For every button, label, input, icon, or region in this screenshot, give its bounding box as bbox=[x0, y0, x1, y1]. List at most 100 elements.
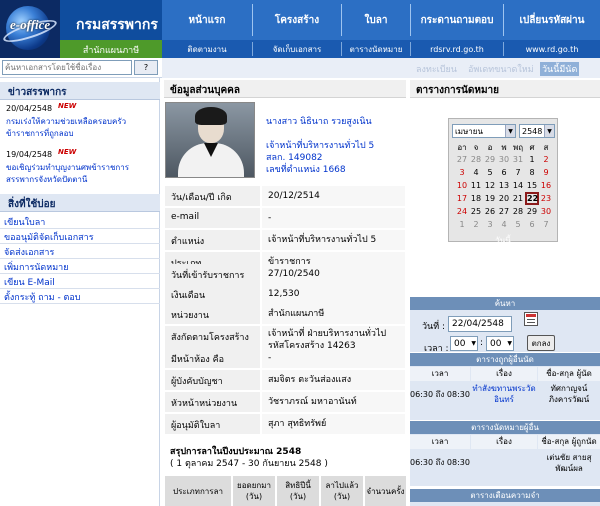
calendar-day-other-month[interactable]: 27 bbox=[455, 153, 469, 166]
menu-send-document[interactable]: จัดส่งเอกสาร bbox=[0, 244, 160, 259]
minute-select[interactable]: 00 ▼ bbox=[486, 336, 514, 351]
date-input[interactable]: 22/04/2548 bbox=[448, 316, 512, 332]
calendar-day[interactable]: 8 bbox=[525, 166, 539, 179]
calendar-day[interactable]: 25 bbox=[469, 205, 483, 218]
calendar-day-other-month[interactable]: 31 bbox=[511, 153, 525, 166]
calendar-day-other-month[interactable]: 7 bbox=[539, 218, 553, 231]
calendar-day[interactable]: 22 bbox=[525, 192, 539, 205]
quick-link-today-appointments[interactable]: วันนี้มีนัด bbox=[540, 62, 580, 76]
calendar-day[interactable]: 1 bbox=[525, 153, 539, 166]
nav-structure[interactable]: โครงสร้าง bbox=[253, 0, 341, 40]
calendar-day-other-month[interactable]: 30 bbox=[497, 153, 511, 166]
news-section-title: ข่าวสรรพากร bbox=[0, 82, 160, 100]
chevron-down-icon: ▼ bbox=[507, 340, 512, 347]
calendar-day[interactable]: 2 bbox=[539, 153, 553, 166]
row-value: สำนักแผนภาษี bbox=[262, 304, 405, 324]
nav-leave[interactable]: ใบลา bbox=[342, 0, 410, 40]
subnav-tracking[interactable]: ติดตามงาน bbox=[162, 40, 252, 58]
quick-link-register[interactable]: ลงทะเบียน bbox=[416, 62, 457, 76]
menu-write-leave[interactable]: เขียนใบลา bbox=[0, 214, 160, 229]
menu-write-email[interactable]: เขียน E-Mail bbox=[0, 274, 160, 289]
month-select-value: เมษายน bbox=[455, 126, 483, 136]
calendar-day-other-month[interactable]: 3 bbox=[483, 218, 497, 231]
chevron-down-icon: ▼ bbox=[505, 125, 515, 137]
quick-link-update[interactable]: อัพเดทขนาดใหม่ bbox=[468, 62, 534, 76]
search-go-button[interactable]: ? bbox=[134, 60, 158, 75]
summary-col-entitlement: สิทธิปีนี้ (วัน) bbox=[277, 476, 319, 506]
row-label: ตำแหน่ง bbox=[165, 230, 260, 250]
calendar-day[interactable]: 13 bbox=[497, 179, 511, 192]
row-value: 12,530 bbox=[262, 284, 405, 304]
calendar-day[interactable]: 23 bbox=[539, 192, 553, 205]
calendar-day[interactable]: 18 bbox=[469, 192, 483, 205]
hour-value: 00 bbox=[454, 338, 466, 349]
calendar-day[interactable]: 24 bbox=[455, 205, 469, 218]
calendar-day[interactable]: 26 bbox=[483, 205, 497, 218]
calendar-day[interactable]: 16 bbox=[539, 179, 553, 192]
calendar-day-other-month[interactable]: 28 bbox=[469, 153, 483, 166]
subnav-rdsrv-link[interactable]: rdsrv.rd.go.th bbox=[411, 40, 503, 58]
calendar-day[interactable]: 7 bbox=[511, 166, 525, 179]
subnav-archive[interactable]: จัดเก็บเอกสาร bbox=[253, 40, 341, 58]
calendar-day[interactable]: 6 bbox=[497, 166, 511, 179]
calendar-day-other-month[interactable]: 29 bbox=[483, 153, 497, 166]
new-badge: NEW bbox=[58, 148, 77, 156]
document-search-input[interactable] bbox=[2, 60, 132, 75]
nav-change-password[interactable]: เปลี่ยนรหัสผ่าน bbox=[504, 0, 600, 40]
month-select[interactable]: เมษายน ▼ bbox=[452, 124, 516, 138]
col-person: ชื่อ-สกุล ผู้ถูกนัด bbox=[538, 435, 600, 449]
time-separator: : bbox=[480, 338, 484, 348]
profile-row-unit-head: หัวหน้าหน่วยงาน วัชราภรณ์ มหาอานันท์ bbox=[165, 392, 405, 412]
calendar-day[interactable]: 4 bbox=[469, 166, 483, 179]
logo-text: e-office bbox=[10, 17, 51, 32]
calendar-day[interactable]: 9 bbox=[539, 166, 553, 179]
calendar-day[interactable]: 3 bbox=[455, 166, 469, 179]
reminder-title: ตารางเตือนความจำ bbox=[410, 489, 600, 502]
col-subject: เรื่อง bbox=[471, 435, 537, 449]
nav-qa-board[interactable]: กระดานถามตอบ bbox=[411, 0, 503, 40]
menu-request-archive[interactable]: ขออนุมัติจัดเก็บเอกสาร bbox=[0, 229, 160, 244]
hour-select[interactable]: 00 ▼ bbox=[450, 336, 478, 351]
news-date: 20/04/2548 bbox=[6, 104, 53, 113]
appointment-subject-link[interactable]: ทำสังฆทานพระวัดอินทร์ bbox=[471, 383, 537, 405]
calendar-day-other-month[interactable]: 6 bbox=[525, 218, 539, 231]
calendar-day[interactable]: 30 bbox=[539, 205, 553, 218]
calendar-day-other-month[interactable]: 1 bbox=[455, 218, 469, 231]
subnav-schedule[interactable]: ตารางนัดหมาย bbox=[342, 40, 410, 58]
schedule-mine-title: ตารางนัดหมายผู้อื่น bbox=[410, 421, 600, 434]
year-select[interactable]: 2548 ▼ bbox=[519, 124, 555, 138]
calendar-day[interactable]: 20 bbox=[497, 192, 511, 205]
calendar-day[interactable]: 10 bbox=[455, 179, 469, 192]
calendar-picker-icon[interactable] bbox=[524, 312, 538, 326]
news-item-link[interactable]: ขอเชิญร่วมทำบุญงานศพข้าราชการสรรพากรจังห… bbox=[6, 162, 156, 186]
calendar-day[interactable]: 21 bbox=[511, 192, 525, 205]
calendar-day[interactable]: 15 bbox=[525, 179, 539, 192]
profile-row-front-office: มีหน้าห้อง คือ - bbox=[165, 348, 405, 368]
summary-col-leave-type: ประเภทการลา bbox=[165, 476, 231, 506]
calendar-day[interactable]: 5 bbox=[483, 166, 497, 179]
calendar-day[interactable]: 17 bbox=[455, 192, 469, 205]
calendar-day-other-month[interactable]: 5 bbox=[511, 218, 525, 231]
subnav-rd-website-link[interactable]: www.rd.go.th bbox=[504, 40, 600, 58]
appointment-time: 06:30 ถึง 08:30 bbox=[410, 390, 470, 399]
calendar-day[interactable]: 14 bbox=[511, 179, 525, 192]
ok-button[interactable]: ตกลง bbox=[527, 335, 555, 351]
profile-name: นางสาว นิธินาถ รวยสูงเนิน bbox=[266, 117, 372, 127]
today-link[interactable]: วันนี้ bbox=[448, 234, 558, 247]
eoffice-logo[interactable]: e-office bbox=[0, 0, 60, 58]
date-label: วันที่ : bbox=[422, 322, 446, 332]
nav-home[interactable]: หน้าแรก bbox=[162, 0, 252, 40]
news-item-link[interactable]: กรมเร่งให้ความช่วยเหลือครอบครัวข้าราชการ… bbox=[6, 116, 156, 140]
calendar-day[interactable]: 27 bbox=[497, 205, 511, 218]
profile-row-email: e-mail - bbox=[165, 208, 405, 228]
calendar-day[interactable]: 12 bbox=[483, 179, 497, 192]
calendar-day[interactable]: 28 bbox=[511, 205, 525, 218]
calendar-day[interactable]: 11 bbox=[469, 179, 483, 192]
menu-add-appointment[interactable]: เพิ่มการนัดหมาย bbox=[0, 259, 160, 274]
col-person: ชื่อ-สกุล ผู้นัด bbox=[538, 367, 600, 381]
menu-post-qa[interactable]: ตั้งกระทู้ ถาม - ตอบ bbox=[0, 289, 160, 304]
calendar-day[interactable]: 19 bbox=[483, 192, 497, 205]
calendar-day[interactable]: 29 bbox=[525, 205, 539, 218]
calendar-day-other-month[interactable]: 2 bbox=[469, 218, 483, 231]
calendar-day-other-month[interactable]: 4 bbox=[497, 218, 511, 231]
